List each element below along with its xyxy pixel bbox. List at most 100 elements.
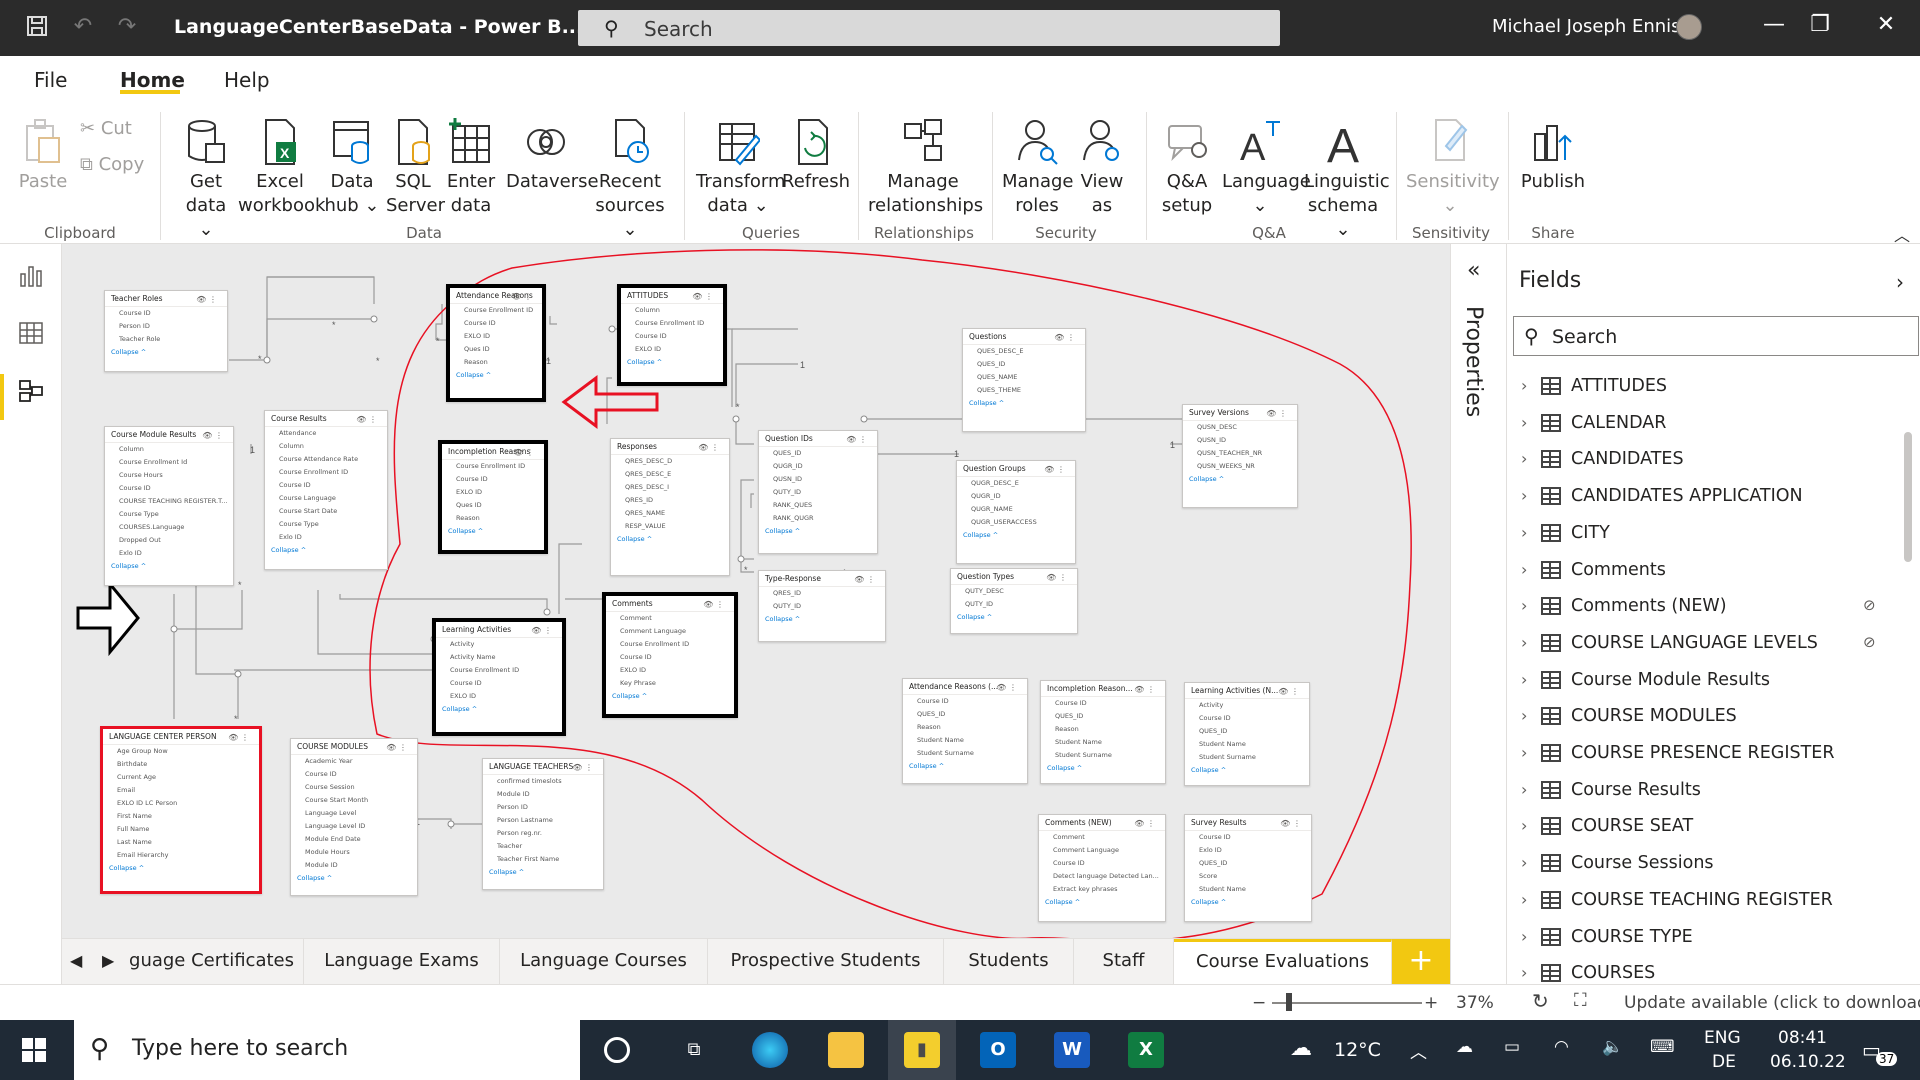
model-table-field[interactable]: Ques ID [450, 343, 542, 356]
model-table-card[interactable]: Survey Results 👁 ⋮ Course ID Exlo ID QUES_ID… [1184, 814, 1312, 922]
model-table-card[interactable]: Attendance Reasons 👁 ⋮ Course Enrollment I… [446, 284, 546, 402]
model-table-field[interactable]: Person ID [483, 801, 603, 814]
model-table-field[interactable]: Comment Language [1039, 844, 1165, 857]
model-table-field[interactable]: Score [1185, 870, 1311, 883]
model-table-field[interactable]: QRES_DESC_D [611, 455, 729, 468]
model-table-field[interactable]: QRES_NAME [611, 507, 729, 520]
model-table-card[interactable]: Question Groups 👁 ⋮ QUGR_DESC_E QUGR_ID QUGR… [956, 460, 1076, 564]
model-table-field[interactable]: QRES_DESC_I [611, 481, 729, 494]
table-visibility-icon[interactable]: 👁 ⋮ [1280, 816, 1301, 832]
collapse-link[interactable]: Collapse ^ [759, 613, 885, 625]
model-table-title[interactable]: Question Types 👁 ⋮ [951, 569, 1077, 585]
transform-data-button[interactable]: Transform data ⌄ [696, 116, 786, 218]
field-table-item[interactable]: › COURSE TYPE [1517, 921, 1897, 957]
model-table-title[interactable]: Question Groups 👁 ⋮ [957, 461, 1075, 477]
tab-language-courses[interactable]: Language Courses [500, 939, 708, 985]
update-available-link[interactable]: Update available (click to download) [1624, 993, 1920, 1013]
tab-language-exams[interactable]: Language Exams [304, 939, 500, 985]
collapse-link[interactable]: Collapse ^ [291, 872, 417, 884]
model-table-field[interactable]: QRES_DESC_E [611, 468, 729, 481]
field-table-item[interactable]: › Comments [1517, 554, 1897, 590]
tab-course-evaluations[interactable]: Course Evaluations [1174, 939, 1392, 985]
model-table-card[interactable]: Incompletion Reasons 👁 ⋮ Course Enrollment… [438, 440, 548, 554]
tab-students[interactable]: Students [944, 939, 1074, 985]
model-table-field[interactable]: Course Attendance Rate [265, 453, 387, 466]
model-table-title[interactable]: Type-Response 👁 ⋮ [759, 571, 885, 587]
table-visibility-icon[interactable]: 👁 ⋮ [202, 428, 223, 444]
battery-icon[interactable]: ▭ [1504, 1037, 1520, 1057]
expand-chevron-icon[interactable]: › [1521, 670, 1527, 689]
model-table-field[interactable]: Reason [442, 512, 544, 525]
model-table-field[interactable]: Teacher [483, 840, 603, 853]
table-visibility-icon[interactable]: 👁 ⋮ [1044, 462, 1065, 478]
table-visibility-icon[interactable]: 👁 ⋮ [846, 432, 867, 448]
close-icon[interactable]: ✕ [1866, 12, 1906, 37]
word-icon[interactable]: W [1054, 1032, 1090, 1068]
model-table-field[interactable]: Course ID [436, 677, 562, 690]
model-table-title[interactable]: Survey Versions 👁 ⋮ [1183, 405, 1297, 421]
table-visibility-icon[interactable]: 👁 ⋮ [703, 597, 724, 613]
model-table-card[interactable]: COURSE MODULES 👁 ⋮ Academic Year Course ID C… [290, 738, 418, 896]
model-table-field[interactable]: RANK_QUES [759, 499, 877, 512]
model-table-field[interactable]: Course Enrollment ID [436, 664, 562, 677]
expand-chevron-icon[interactable]: › [1521, 890, 1527, 909]
zoom-in-button[interactable]: + [1424, 993, 1438, 1013]
zoom-level[interactable]: 37% [1456, 993, 1494, 1013]
table-visibility-icon[interactable]: 👁 ⋮ [511, 289, 532, 305]
model-table-field[interactable]: Activity [1185, 699, 1309, 712]
model-table-field[interactable]: QUES_NAME [963, 371, 1085, 384]
model-table-field[interactable]: Course Enrollment ID [450, 304, 542, 317]
model-table-field[interactable]: QUTY_ID [951, 598, 1077, 611]
table-visibility-icon[interactable]: 👁 ⋮ [1054, 330, 1075, 346]
model-table-field[interactable]: Last Name [103, 836, 259, 849]
model-table-field[interactable]: Course ID [1185, 712, 1309, 725]
collapse-link[interactable]: Collapse ^ [1039, 896, 1165, 908]
model-table-card[interactable]: Comments (NEW) 👁 ⋮ Comment Comment Language… [1038, 814, 1166, 922]
model-table-card[interactable]: LANGUAGE CENTER PERSON 👁 ⋮ Age Group Now Bi… [100, 726, 262, 894]
model-table-card[interactable]: Comments 👁 ⋮ Comment Comment Language Course… [602, 592, 738, 718]
table-visibility-icon[interactable]: 👁 ⋮ [1278, 684, 1299, 700]
model-table-title[interactable]: ATTITUDES 👁 ⋮ [621, 288, 723, 304]
collapse-link[interactable]: Collapse ^ [1185, 896, 1311, 908]
clock-date[interactable]: 06.10.22 [1770, 1052, 1846, 1072]
model-table-field[interactable]: Birthdate [103, 758, 259, 771]
model-table-field[interactable]: QRES_ID [611, 494, 729, 507]
weather-icon[interactable]: ☁ [1290, 1036, 1312, 1061]
table-visibility-icon[interactable]: 👁 ⋮ [386, 740, 407, 756]
cortana-icon[interactable] [604, 1037, 630, 1063]
expand-chevron-icon[interactable]: › [1521, 523, 1527, 542]
model-table-field[interactable]: EXLO ID [621, 343, 723, 356]
excel-workbook-button[interactable]: X Excel workbook [238, 116, 325, 218]
tab-language-certificates[interactable]: guage Certificates [120, 939, 304, 985]
save-icon[interactable] [24, 14, 50, 40]
expand-chevron-icon[interactable]: › [1521, 780, 1527, 799]
model-table-field[interactable]: Course ID [450, 317, 542, 330]
expand-chevron-icon[interactable]: › [1521, 560, 1527, 579]
model-table-field[interactable]: QUES_ID [1185, 857, 1311, 870]
model-table-title[interactable]: Incompletion Reason... 👁 ⋮ [1041, 681, 1165, 697]
model-table-field[interactable]: Course Enrollment ID [621, 317, 723, 330]
table-visibility-icon[interactable]: 👁 ⋮ [1134, 816, 1155, 832]
report-view-icon[interactable] [18, 262, 46, 290]
manage-roles-button[interactable]: Manage roles [1002, 116, 1074, 218]
model-table-field[interactable]: Course ID [903, 695, 1027, 708]
restore-icon[interactable]: ❐ [1800, 12, 1840, 37]
model-table-field[interactable]: Course Enrollment Id [105, 456, 233, 469]
model-table-field[interactable]: QUES_ID [903, 708, 1027, 721]
model-table-card[interactable]: Attendance Reasons (... 👁 ⋮ Course ID QUES_… [902, 678, 1028, 784]
model-table-field[interactable]: Ques ID [442, 499, 544, 512]
table-visibility-icon[interactable]: 👁 ⋮ [692, 289, 713, 305]
model-table-field[interactable]: QUES_ID [963, 358, 1085, 371]
collapse-link[interactable]: Collapse ^ [483, 866, 603, 878]
collapse-fields-icon[interactable]: › [1896, 270, 1904, 294]
volume-icon[interactable]: 🔈 [1602, 1037, 1623, 1057]
model-table-field[interactable]: Reason [1041, 723, 1165, 736]
table-visibility-icon[interactable]: 👁 ⋮ [1266, 406, 1287, 422]
model-table-card[interactable]: ATTITUDES 👁 ⋮ Column Course Enrollment ID Co… [617, 284, 727, 386]
input-language-2[interactable]: DE [1712, 1052, 1736, 1072]
model-table-field[interactable]: Course ID [606, 651, 734, 664]
collapse-link[interactable]: Collapse ^ [450, 369, 542, 381]
model-table-field[interactable]: Comment [606, 612, 734, 625]
table-visibility-icon[interactable]: 👁 ⋮ [1046, 570, 1067, 586]
collapse-link[interactable]: Collapse ^ [903, 760, 1027, 772]
